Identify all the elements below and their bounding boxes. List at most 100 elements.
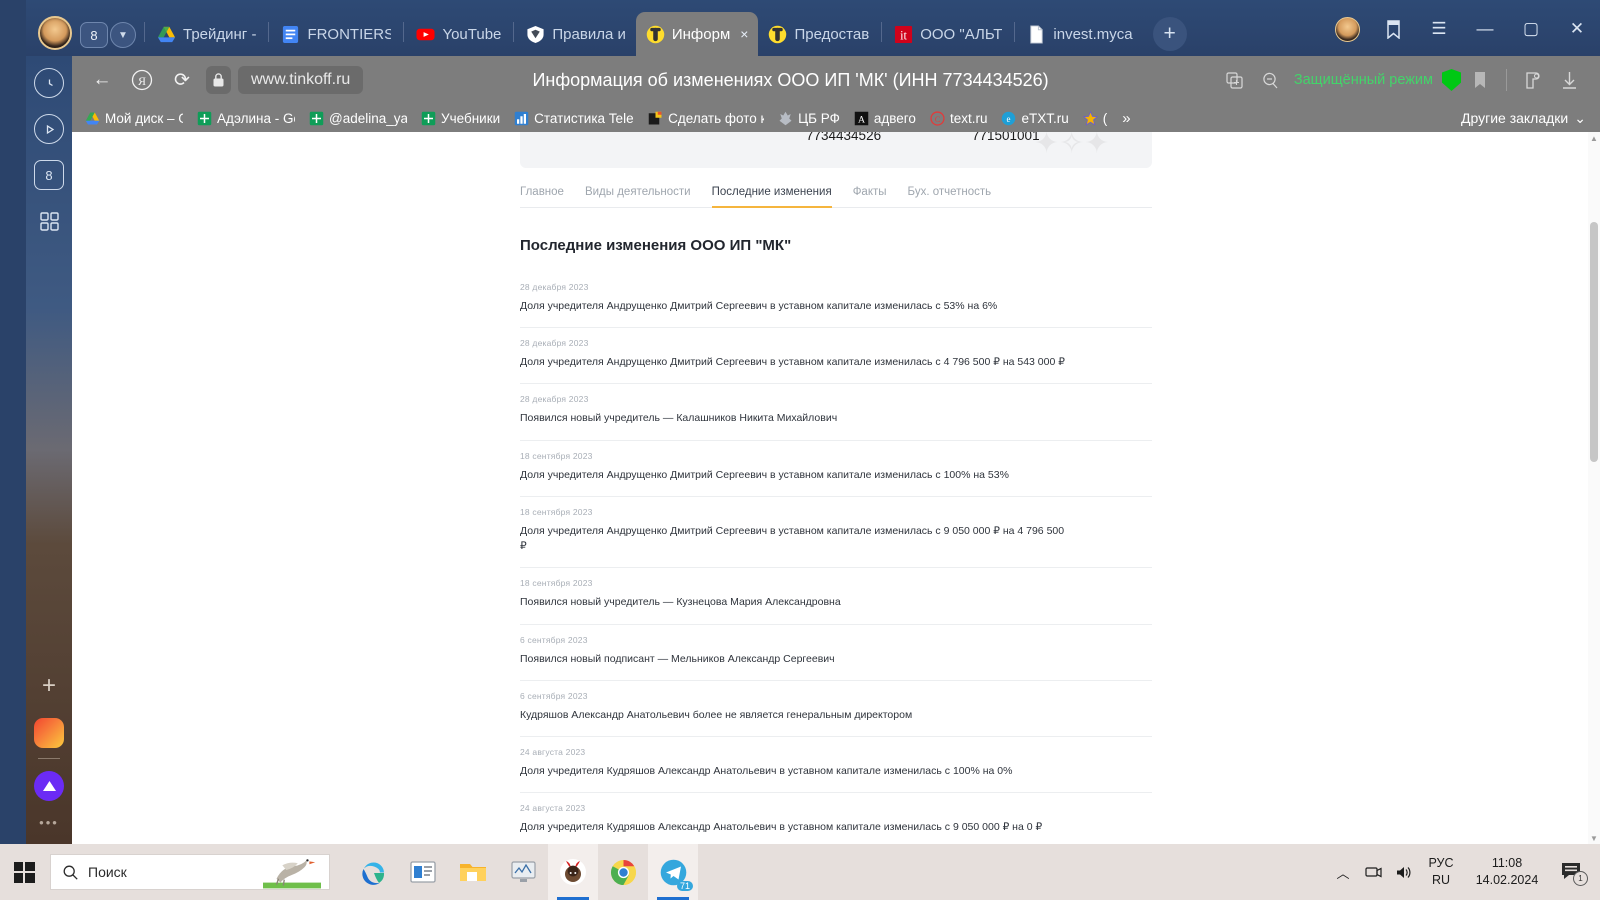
language-indicator[interactable]: РУС RU [1418,855,1464,889]
chrome-icon[interactable] [598,844,648,900]
event-text: Доля учредителя Андрущенко Дмитрий Серге… [520,468,1009,481]
tinkoff-icon [769,25,787,43]
add-app-button[interactable]: + [42,672,56,700]
show-hidden-icons-button[interactable]: ︿ [1328,844,1358,900]
bookmark-item[interactable]: Адэлина - Google [190,111,302,126]
bookmark-item[interactable]: e eTXT.ru [994,111,1075,126]
clock-date: 14.02.2024 [1475,873,1539,887]
extensions-icon[interactable] [1516,64,1550,96]
history-icon[interactable] [34,68,64,98]
change-event: 18 сентября 2023 Доля учредителя Андруще… [520,441,1152,497]
tab-poslednie-izmeneniya[interactable]: Последние изменения [711,186,832,208]
tab-counter-pill[interactable]: 8 ▼ [80,22,136,48]
divider [1014,22,1016,42]
bookmark-item[interactable]: Сделать фото кру [641,111,771,126]
menu-icon[interactable]: ☰ [1416,12,1462,46]
cloud-app-icon[interactable] [34,771,64,801]
bookmark-label: @adelina_yakunina [329,110,407,126]
tab-buh-otchetnost[interactable]: Бух. отчетность [908,186,992,207]
textru-icon: C [930,110,945,126]
back-button[interactable]: ← [82,63,122,97]
bookmarks-overflow-button[interactable]: » [1114,110,1138,127]
zoom-out-icon[interactable] [1254,64,1288,96]
volume-icon[interactable] [1388,844,1418,900]
edge-icon[interactable] [348,844,398,900]
section-tabs: Главное Виды деятельности Последние изме… [520,186,1152,208]
reload-button[interactable]: ⟳ [162,63,202,97]
bookmark-item[interactable]: Статистика Telegram [507,111,641,126]
account-avatar-icon[interactable] [1324,12,1370,46]
tab-counter-value[interactable]: 8 [80,22,108,48]
browser-tab[interactable]: invest.myca [1017,12,1142,56]
advego-icon: A [854,111,869,125]
mail-app-icon[interactable] [34,718,64,748]
tab-title: Информ [671,25,731,43]
close-icon[interactable]: × [740,26,748,42]
taskbar-search[interactable]: Поиск [50,854,330,890]
it-icon: it [895,25,913,43]
chevron-down-icon[interactable]: ▼ [110,22,136,48]
url-field-group[interactable]: www.tinkoff.ru [206,66,364,94]
add-bookmark-icon[interactable] [1463,64,1497,96]
tab-vidy-deyatelnosti[interactable]: Виды деятельности [585,186,691,207]
browser-tab[interactable]: YouTube [406,12,511,56]
scrollbar-thumb[interactable] [1590,222,1598,462]
event-text: Появился новый учредитель — Кузнецова Ма… [520,596,841,609]
svg-text:it: it [900,28,907,42]
downloads-icon[interactable] [1552,64,1586,96]
tab-fakty[interactable]: Факты [853,186,887,207]
bookmark-item[interactable]: C text.ru [923,111,995,126]
maximize-button[interactable]: ▢ [1508,12,1554,46]
news-icon[interactable] [398,844,448,900]
browser-tab[interactable]: Трейдинг - [147,12,266,56]
bookmark-item[interactable]: ЦБ РФ [771,111,847,126]
notifications-button[interactable]: 1 [1550,844,1594,900]
scroll-up-icon[interactable]: ▲ [1588,132,1600,144]
bookmark-item[interactable]: A адвего [847,111,923,126]
browser-tab-active[interactable]: Информ × [635,12,759,56]
close-window-button[interactable]: ✕ [1554,12,1600,46]
tab-count-icon[interactable]: 8 [34,160,64,190]
url-input[interactable]: www.tinkoff.ru [238,66,364,94]
browser-tab[interactable]: Правила и [516,12,635,56]
google-drive-icon [85,112,100,124]
divider [881,22,883,42]
play-icon[interactable] [34,114,64,144]
event-date: 28 декабря 2023 [520,338,589,349]
yandex-browser-icon[interactable] [548,844,598,900]
lock-icon[interactable] [206,66,231,94]
explorer-icon[interactable] [448,844,498,900]
bookmark-item[interactable]: @adelina_yakunina [302,111,414,126]
bookmark-item[interactable]: Мой диск – Google [78,111,190,126]
minimize-button[interactable]: — [1462,12,1508,46]
more-apps-icon[interactable]: ••• [39,815,59,830]
copy-page-icon[interactable] [1218,64,1252,96]
bookmark-item[interactable]: ( [1076,110,1115,126]
telegram-icon[interactable]: 71 [648,844,698,900]
event-date: 24 августа 2023 [520,803,586,814]
other-bookmarks-label: Другие закладки [1460,110,1569,126]
page-scrollbar[interactable]: ▲ ▼ [1588,132,1600,844]
scroll-down-icon[interactable]: ▼ [1588,832,1600,844]
profile-avatar[interactable] [38,16,72,50]
start-button[interactable] [0,844,48,900]
event-text: Доля учредителя Андрущенко Дмитрий Серге… [520,300,998,312]
browser-tab[interactable]: Предостав [758,12,879,56]
browser-tab[interactable]: FRONTIERS [271,12,401,56]
monitor-icon[interactable] [498,844,548,900]
network-icon[interactable] [1358,844,1388,900]
chevron-down-icon[interactable]: ⌄ [1574,110,1586,127]
bookmark-item[interactable]: Учебники [414,111,507,126]
start-icon [13,861,35,883]
new-tab-button[interactable]: + [1152,17,1187,51]
other-bookmarks-group[interactable]: Другие закладки ⌄ [1461,110,1592,127]
clock[interactable]: 11:08 14.02.2024 [1464,855,1550,889]
yandex-logo-icon[interactable]: Я [122,63,162,97]
change-event: 6 сентября 2023 Появился новый подписант… [520,625,1152,681]
bookmark-icon[interactable] [1370,12,1416,46]
apps-grid-icon[interactable] [34,206,64,236]
tab-glavnoe[interactable]: Главное [520,186,564,207]
browser-tab[interactable]: it ООО "АЛЬТ [884,12,1012,56]
shield-icon[interactable] [1442,69,1461,91]
tab-title: YouTube [442,25,502,43]
